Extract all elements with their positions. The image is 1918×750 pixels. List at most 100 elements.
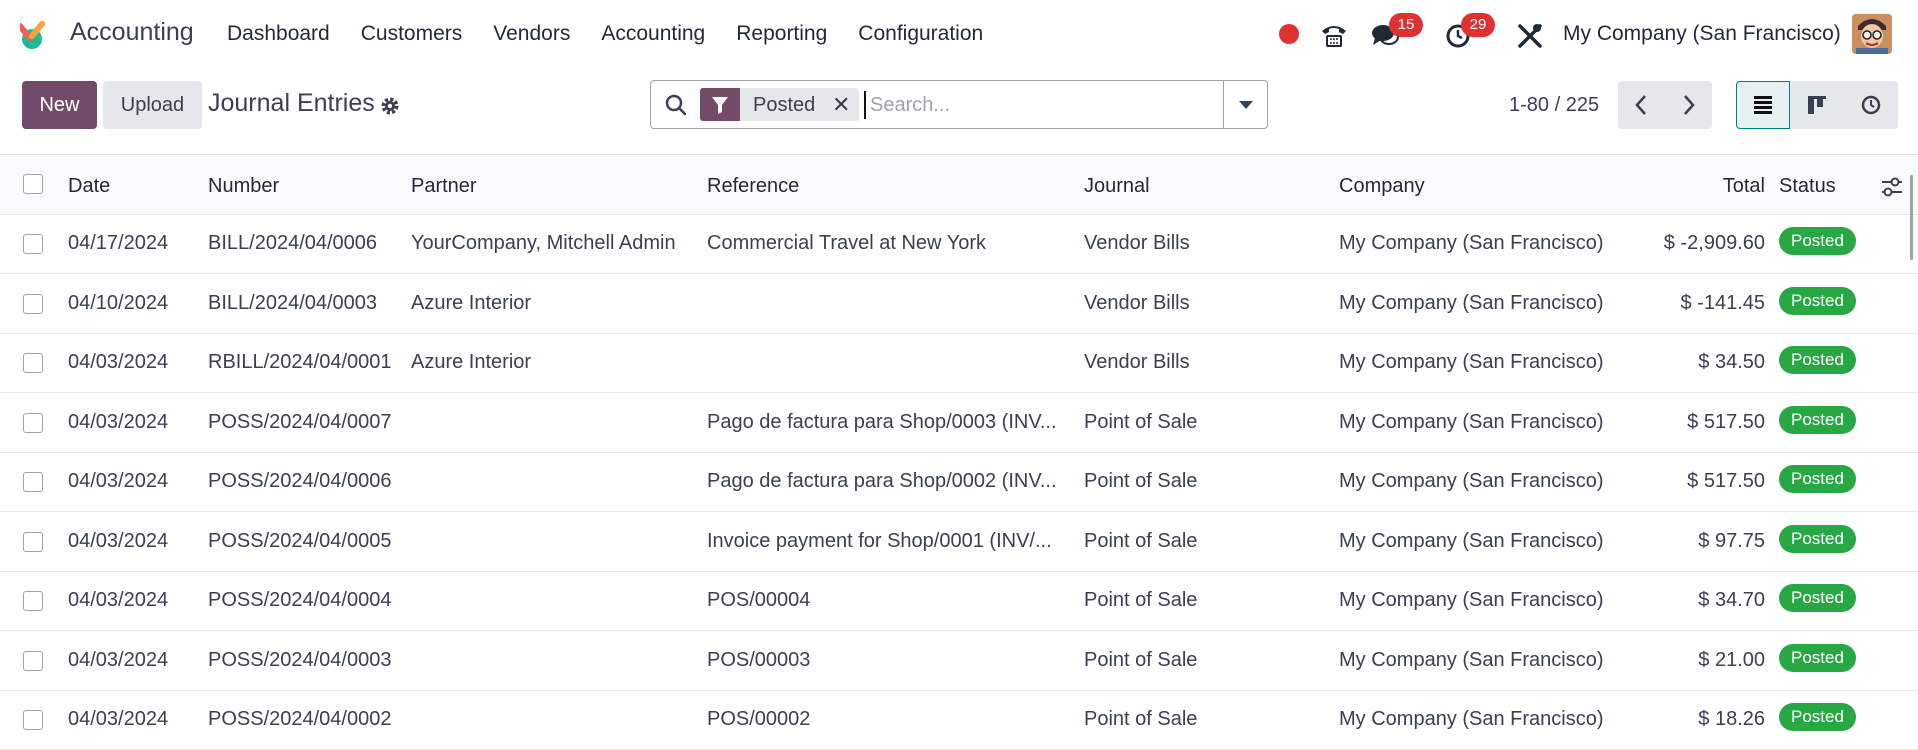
cell-number: POSS/2024/04/0003: [208, 648, 392, 671]
pager-value[interactable]: 1-80 / 225: [1509, 94, 1599, 117]
column-header-date[interactable]: Date: [68, 175, 110, 198]
cell-total: $ 18.26: [1698, 708, 1765, 730]
company-switcher[interactable]: My Company (San Francisco): [1563, 22, 1841, 46]
menu-vendors[interactable]: Vendors: [493, 22, 570, 46]
table-row[interactable]: 04/10/2024 BILL/2024/04/0003 Azure Interio…: [0, 275, 1918, 334]
cell-company: My Company (San Francisco): [1339, 232, 1604, 254]
cell-number: RBILL/2024/04/0001: [208, 351, 392, 373]
list-view-button[interactable]: [1736, 81, 1790, 129]
cell-total: $ 97.75: [1698, 529, 1765, 552]
status-badge: Posted: [1779, 584, 1856, 612]
upload-button[interactable]: Upload: [103, 81, 202, 129]
row-checkbox[interactable]: [23, 234, 43, 254]
new-button[interactable]: New: [22, 81, 97, 129]
cell-number: BILL/2024/04/0006: [208, 232, 378, 254]
close-icon[interactable]: ✕: [832, 92, 850, 118]
pager-previous-button[interactable]: [1618, 81, 1665, 129]
table-row[interactable]: 04/03/2024 POSS/2024/04/0002 POS/00002 Poin…: [0, 691, 1918, 750]
row-checkbox[interactable]: [23, 710, 43, 730]
cell-date: 04/03/2024: [68, 708, 169, 730]
column-header-company[interactable]: Company: [1339, 175, 1425, 198]
column-header-status[interactable]: Status: [1779, 175, 1836, 198]
tools-icon[interactable]: [1515, 20, 1545, 50]
cell-date: 04/17/2024: [68, 232, 169, 254]
recording-indicator[interactable]: [1279, 24, 1299, 44]
menu-dashboard[interactable]: Dashboard: [227, 22, 330, 46]
status-badge: Posted: [1779, 346, 1856, 374]
user-avatar[interactable]: [1852, 14, 1892, 54]
table-row[interactable]: 04/03/2024 POSS/2024/04/0004 POS/00004 Poin…: [0, 572, 1918, 631]
chevron-right-icon: [1684, 95, 1695, 115]
table-row[interactable]: 04/03/2024 POSS/2024/04/0003 POS/00003 Poin…: [0, 632, 1918, 691]
app-name[interactable]: Accounting: [70, 18, 194, 47]
activity-view-icon: [1861, 95, 1881, 115]
row-checkbox[interactable]: [23, 472, 43, 492]
gear-icon[interactable]: [380, 96, 400, 116]
pager-next-button[interactable]: [1665, 81, 1712, 129]
activity-view-button[interactable]: [1844, 81, 1898, 129]
column-header-journal[interactable]: Journal: [1084, 175, 1150, 198]
cell-journal: Vendor Bills: [1084, 232, 1190, 254]
status-badge: Posted: [1779, 643, 1856, 672]
cell-company: My Company (San Francisco): [1339, 529, 1604, 552]
menu-customers[interactable]: Customers: [361, 22, 463, 46]
cell-number: POSS/2024/04/0005: [208, 529, 392, 552]
activities-badge: 29: [1461, 13, 1495, 37]
cell-reference: Commercial Travel at New York: [707, 232, 986, 254]
row-checkbox[interactable]: [23, 412, 43, 433]
cell-company: My Company (San Francisco): [1339, 291, 1604, 314]
chevron-down-icon: [1239, 101, 1253, 109]
menu-accounting[interactable]: Accounting: [601, 22, 705, 46]
table-row[interactable]: 04/03/2024 POSS/2024/04/0006 Pago de factu…: [0, 453, 1918, 512]
cell-number: POSS/2024/04/0006: [208, 470, 392, 492]
cell-number: POSS/2024/04/0004: [208, 589, 392, 611]
table-row[interactable]: 04/03/2024 POSS/2024/04/0007 Pago de factu…: [0, 394, 1918, 453]
cell-journal: Point of Sale: [1084, 529, 1198, 552]
page-title: Journal Entries: [208, 89, 375, 117]
cell-partner: Azure Interior: [411, 351, 532, 373]
select-all-checkbox[interactable]: [23, 174, 43, 194]
cell-journal: Point of Sale: [1084, 410, 1198, 433]
top-navbar: Accounting Dashboard Customers Vendors A…: [0, 0, 1918, 70]
column-header-total[interactable]: Total: [1620, 175, 1765, 198]
cell-partner: Azure Interior: [411, 291, 532, 314]
column-header-reference[interactable]: Reference: [707, 175, 799, 198]
cell-partner: YourCompany, Mitchell Admin: [411, 232, 676, 254]
table-row[interactable]: 04/17/2024 BILL/2024/04/0006 YourCompany, …: [0, 215, 1918, 274]
column-header-number[interactable]: Number: [208, 175, 279, 198]
cell-number: POSS/2024/04/0002: [208, 708, 392, 730]
cell-reference: POS/00002: [707, 708, 811, 730]
search-icon[interactable]: [665, 94, 687, 116]
search-bar[interactable]: Posted ✕: [650, 80, 1268, 129]
kanban-view-button[interactable]: [1790, 81, 1844, 129]
cell-company: My Company (San Francisco): [1339, 410, 1604, 433]
main-menu: Dashboard Customers Vendors Accounting R…: [227, 22, 1014, 46]
row-checkbox[interactable]: [23, 353, 43, 373]
search-options-toggle[interactable]: [1223, 81, 1267, 128]
status-badge: Posted: [1779, 405, 1856, 434]
cell-journal: Point of Sale: [1084, 470, 1198, 492]
row-checkbox[interactable]: [23, 650, 43, 671]
column-settings-icon[interactable]: [1880, 175, 1904, 199]
cell-number: POSS/2024/04/0007: [208, 410, 392, 433]
cell-journal: Point of Sale: [1084, 589, 1198, 611]
cell-total: $ 21.00: [1698, 648, 1765, 671]
phone-icon[interactable]: [1319, 20, 1349, 50]
column-header-partner[interactable]: Partner: [411, 175, 477, 198]
row-checkbox[interactable]: [23, 591, 43, 611]
row-checkbox[interactable]: [23, 293, 43, 314]
menu-reporting[interactable]: Reporting: [736, 22, 827, 46]
cell-total: $ 517.50: [1687, 410, 1765, 433]
menu-configuration[interactable]: Configuration: [858, 22, 983, 46]
row-checkbox[interactable]: [23, 531, 43, 552]
cell-date: 04/03/2024: [68, 351, 169, 373]
cell-date: 04/03/2024: [68, 410, 169, 433]
table-row[interactable]: 04/03/2024 RBILL/2024/04/0001 Azure Interi…: [0, 334, 1918, 393]
search-input[interactable]: [864, 91, 1214, 119]
cell-company: My Company (San Francisco): [1339, 708, 1604, 730]
vertical-scrollbar[interactable]: [1910, 175, 1913, 260]
cell-total: $ 34.50: [1698, 351, 1765, 373]
table-row[interactable]: 04/03/2024 POSS/2024/04/0005 Invoice payme…: [0, 513, 1918, 572]
cell-company: My Company (San Francisco): [1339, 648, 1604, 671]
app-logo-icon[interactable]: [20, 17, 54, 51]
